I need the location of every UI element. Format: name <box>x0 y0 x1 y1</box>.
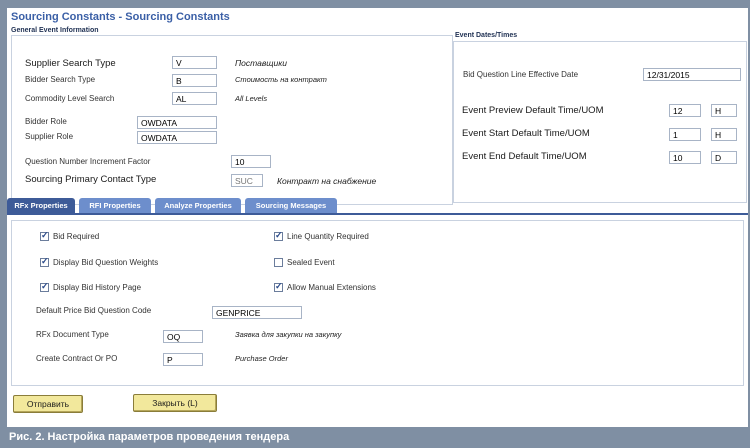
default-price-label: Default Price Bid Question Code <box>36 306 152 315</box>
figure-caption: Рис. 2. Настройка параметров проведения … <box>9 431 290 443</box>
tab-rfi-properties[interactable]: RFI Properties <box>79 198 151 213</box>
create-contract-label: Create Contract Or PO <box>36 354 118 363</box>
doc-type-label: RFx Document Type <box>36 330 109 339</box>
supplier-search-note: Поставщики <box>235 58 287 68</box>
tab-underline <box>7 213 748 215</box>
display-history-checkbox[interactable] <box>40 281 49 292</box>
page-title: Sourcing Constants - Sourcing Constants <box>11 11 230 23</box>
preview-uom-input[interactable]: H <box>711 104 737 117</box>
start-time-input[interactable]: 1 <box>669 128 701 141</box>
bidder-search-label: Bidder Search Type <box>25 75 96 84</box>
manual-extensions-checkbox[interactable] <box>274 281 283 292</box>
supplier-role-label: Supplier Role <box>25 132 74 141</box>
event-dates-section <box>453 41 747 203</box>
primary-contact-note: Контракт на снабжение <box>277 176 377 186</box>
commodity-level-input[interactable]: AL <box>172 92 217 105</box>
bid-required-label: Bid Required <box>53 232 100 241</box>
bid-due-label: Bid Question Line Effective Date <box>463 70 579 79</box>
sealed-event-checkbox[interactable] <box>274 258 283 267</box>
question-increment-label: Question Number Increment Factor <box>25 157 151 166</box>
start-uom-input[interactable]: H <box>711 128 737 141</box>
bid-due-input[interactable]: 12/31/2015 <box>643 68 741 81</box>
bid-required-checkbox[interactable] <box>40 230 49 241</box>
event-dates-heading: Event Dates/Times <box>455 32 518 39</box>
sealed-event-label: Sealed Event <box>287 258 335 267</box>
create-contract-note: Purchase Order <box>235 354 288 363</box>
bidder-search-note: Стоимость на контракт <box>235 75 327 84</box>
doc-type-note: Заявка для закупки на закупку <box>235 330 342 339</box>
supplier-role-input[interactable]: OWDATA <box>137 131 217 144</box>
preview-time-label: Event Preview Default Time/UOM <box>462 105 604 116</box>
line-quantity-label: Line Quantity Required <box>287 232 369 241</box>
end-time-label: Event End Default Time/UOM <box>462 151 587 162</box>
supplier-search-input[interactable]: V <box>172 56 217 69</box>
display-weights-checkbox[interactable] <box>40 256 49 267</box>
commodity-level-label: Commodity Level Search <box>25 94 115 103</box>
line-quantity-checkbox[interactable] <box>274 230 283 241</box>
tab-rfx-properties[interactable]: RFx Properties <box>7 198 75 213</box>
display-history-label: Display Bid History Page <box>53 283 142 292</box>
commodity-level-note: All Levels <box>235 94 268 103</box>
figure-caption-bar: Рис. 2. Настройка параметров проведения … <box>0 427 750 448</box>
doc-type-input[interactable]: OQ <box>163 330 203 343</box>
rfx-properties-panel <box>11 220 744 386</box>
bidder-role-input[interactable]: OWDATA <box>137 116 217 129</box>
display-weights-label: Display Bid Question Weights <box>53 258 159 267</box>
close-button[interactable]: Закрыть (L) <box>133 394 217 412</box>
submit-button[interactable]: Отправить <box>13 395 83 413</box>
start-time-label: Event Start Default Time/UOM <box>462 128 590 139</box>
general-heading: General Event Information <box>11 27 99 34</box>
end-time-input[interactable]: 10 <box>669 151 701 164</box>
preview-time-input[interactable]: 12 <box>669 104 701 117</box>
primary-contact-input[interactable]: SUC <box>231 174 263 187</box>
bidder-search-input[interactable]: B <box>172 74 217 87</box>
question-increment-input[interactable]: 10 <box>231 155 271 168</box>
primary-contact-label: Sourcing Primary Contact Type <box>25 174 157 185</box>
tab-analyze-properties[interactable]: Analyze Properties <box>155 198 241 213</box>
create-contract-input[interactable]: P <box>163 353 203 366</box>
manual-extensions-label: Allow Manual Extensions <box>287 283 376 292</box>
bidder-role-label: Bidder Role <box>25 117 67 126</box>
default-price-input[interactable]: GENPRICE <box>212 306 302 319</box>
end-uom-input[interactable]: D <box>711 151 737 164</box>
tab-sourcing-messages[interactable]: Sourcing Messages <box>245 198 337 213</box>
supplier-search-label: Supplier Search Type <box>25 58 116 69</box>
